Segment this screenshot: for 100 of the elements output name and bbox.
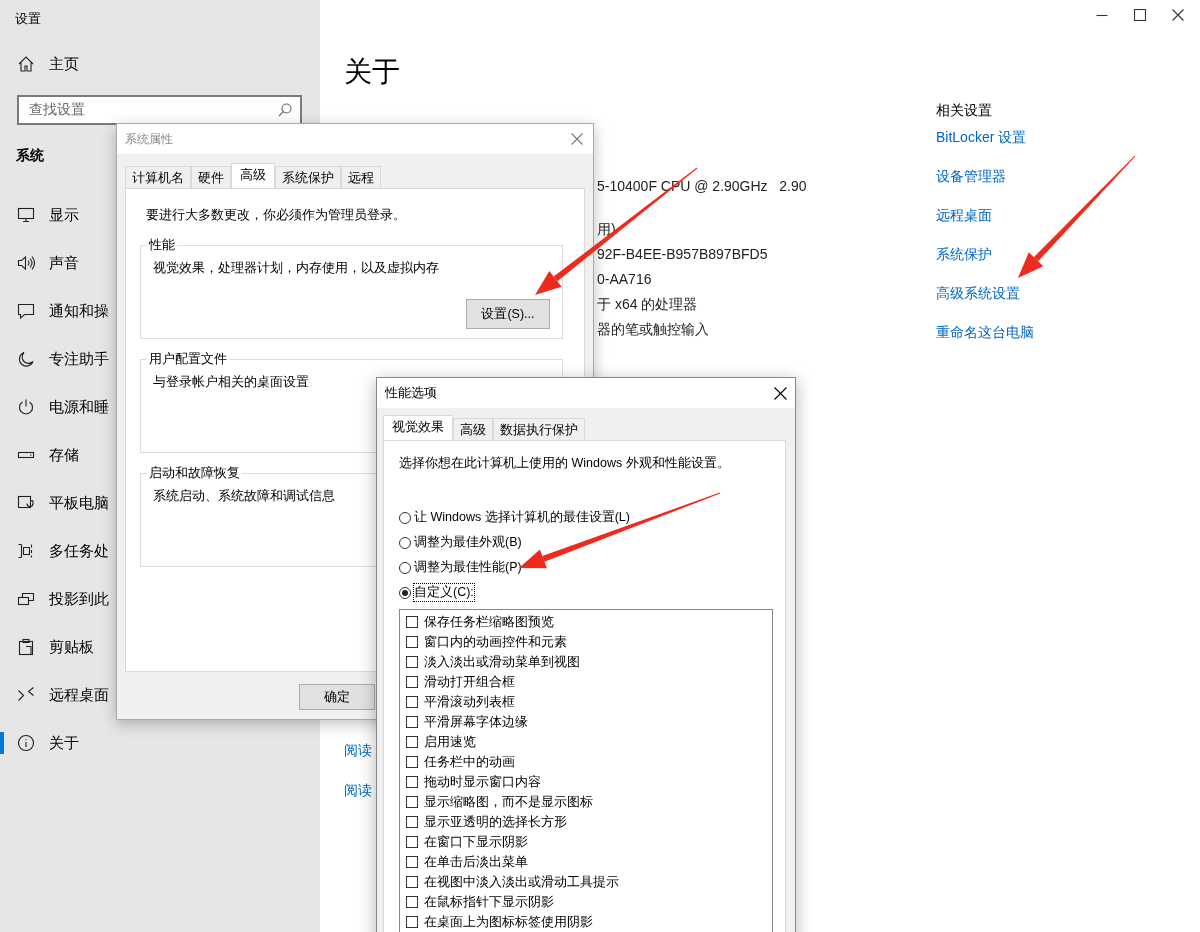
search-icon [278,103,292,117]
tab[interactable]: 硬件 [191,166,231,188]
checkbox[interactable] [406,816,418,828]
checkbox[interactable] [406,716,418,728]
related-link[interactable]: 设备管理器 [936,168,1006,187]
projector-icon [17,590,35,608]
sidebar-item[interactable]: 专注助手 [0,335,109,383]
home-icon [17,55,35,73]
checkbox-label[interactable]: 在桌面上为图标标签使用阴影 [424,913,593,931]
sidebar-item[interactable]: 声音 [0,239,79,287]
notice-text: 要进行大多数更改，你必须作为管理员登录。 [146,207,407,224]
checkbox-label[interactable]: 在窗口下显示阴影 [424,833,528,851]
maximize-icon[interactable] [1134,9,1146,21]
home-link[interactable]: 主页 [0,46,320,82]
link[interactable]: 阅读 [344,742,372,761]
search-field[interactable]: 查找设置 [17,95,302,125]
radio-label[interactable]: 调整为最佳性能(P) [414,559,522,576]
sidebar-item[interactable]: 电源和睡 [0,383,109,431]
checkbox[interactable] [406,856,418,868]
settings-button[interactable]: 设置(S)... [466,299,550,329]
clipboard-icon [17,638,35,656]
tab[interactable]: 系统保护 [275,166,341,188]
sidebar-item[interactable]: 通知和操 [0,287,109,335]
tab[interactable]: 计算机名 [125,166,191,188]
related-link[interactable]: 系统保护 [936,246,992,265]
tab[interactable]: 视觉效果 [383,415,453,440]
sidebar-item[interactable]: 投影到此 [0,575,109,623]
checkbox-label[interactable]: 在鼠标指针下显示阴影 [424,893,554,911]
multitask-icon [17,542,35,560]
checkbox-label[interactable]: 平滑屏幕字体边缘 [424,713,528,731]
ok-button[interactable]: 确定 [299,684,375,710]
group-title: 用户配置文件 [148,351,228,368]
chat-bubble-icon [17,302,35,320]
checkbox[interactable] [406,916,418,928]
group-description: 与登录帐户相关的桌面设置 [153,374,310,391]
radio-button[interactable] [399,561,411,574]
checkbox-label[interactable]: 启用速览 [424,733,476,751]
sidebar-item[interactable]: 存储 [0,431,79,479]
radio-button[interactable] [399,511,411,524]
checkbox-label[interactable]: 滑动打开组合框 [424,673,515,691]
tab[interactable]: 数据执行保护 [493,418,585,440]
tab[interactable]: 高级 [453,418,493,440]
tab[interactable]: 远程 [341,166,381,188]
related-link[interactable]: BitLocker 设置 [936,129,1027,148]
checkbox[interactable] [406,656,418,668]
related-link[interactable]: 重命名这台电脑 [936,324,1034,343]
close-icon[interactable] [774,386,787,400]
sidebar-item[interactable]: 剪贴板 [0,623,94,671]
checkbox[interactable] [406,836,418,848]
section-heading: 系统 [16,147,44,165]
checkbox[interactable] [406,776,418,788]
checkbox[interactable] [406,796,418,808]
dialog-title: 性能选项 [385,384,437,402]
checkbox-label[interactable]: 显示缩略图，而不是显示图标 [424,793,593,811]
link[interactable]: 阅读 [344,782,372,801]
tab[interactable]: 高级 [231,163,275,188]
checkbox[interactable] [406,736,418,748]
checkbox[interactable] [406,616,418,628]
window-title: 设置 [15,10,42,28]
radio-button[interactable] [399,536,411,549]
checkbox-label[interactable]: 在单击后淡出菜单 [424,853,528,871]
moon-icon [17,350,35,368]
spec-text: 于 x64 的处理器 [597,296,699,314]
sidebar-item[interactable]: 关于 [0,719,79,767]
sidebar-item[interactable]: 远程桌面 [0,671,109,719]
checkbox-label[interactable]: 窗口内的动画控件和元素 [424,633,567,651]
checkbox-label[interactable]: 保存任务栏缩略图预览 [424,613,554,631]
sidebar-item[interactable]: 显示 [0,191,79,239]
dialog-title: 系统属性 [125,130,173,148]
checkbox[interactable] [406,756,418,768]
sidebar-item[interactable]: 平板电脑 [0,479,109,527]
spec-text: 92F-B4EE-B957B897BFD5 [597,246,769,264]
radio-label[interactable]: 让 Windows 选择计算机的最佳设置(L) [414,509,630,526]
checkbox[interactable] [406,636,418,648]
radio-button[interactable] [399,586,411,599]
checkbox[interactable] [406,896,418,908]
monitor-icon [17,206,35,224]
radio-label[interactable]: 调整为最佳外观(B) [414,534,522,551]
related-link[interactable]: 远程桌面 [936,207,992,226]
group-title: 性能 [148,237,176,254]
radio-label[interactable]: 自定义(C): [414,584,474,601]
checkbox-label[interactable]: 显示亚透明的选择长方形 [424,813,567,831]
close-icon[interactable] [1172,9,1184,21]
checkbox-label[interactable]: 拖动时显示窗口内容 [424,773,541,791]
checkbox[interactable] [406,676,418,688]
description-text: 选择你想在此计算机上使用的 Windows 外观和性能设置。 [399,455,731,472]
sidebar-item[interactable]: 多任务处 [0,527,109,575]
related-link[interactable]: 高级系统设置 [936,285,1020,304]
checkbox-label[interactable]: 在视图中淡入淡出或滑动工具提示 [424,873,619,891]
checkbox-label[interactable]: 淡入淡出或滑动菜单到视图 [424,653,580,671]
spec-text: 0-AA716 [597,271,653,289]
group-description: 系统启动、系统故障和调试信息 [153,488,336,505]
checkbox[interactable] [406,696,418,708]
page-title: 关于 [344,55,401,89]
checkbox-label[interactable]: 平滑滚动列表框 [424,693,515,711]
checkbox[interactable] [406,876,418,888]
speaker-icon [17,254,35,272]
checkbox-label[interactable]: 任务栏中的动画 [424,753,515,771]
info-icon [17,734,35,752]
spec-text: 器的笔或触控输入 [597,321,710,339]
